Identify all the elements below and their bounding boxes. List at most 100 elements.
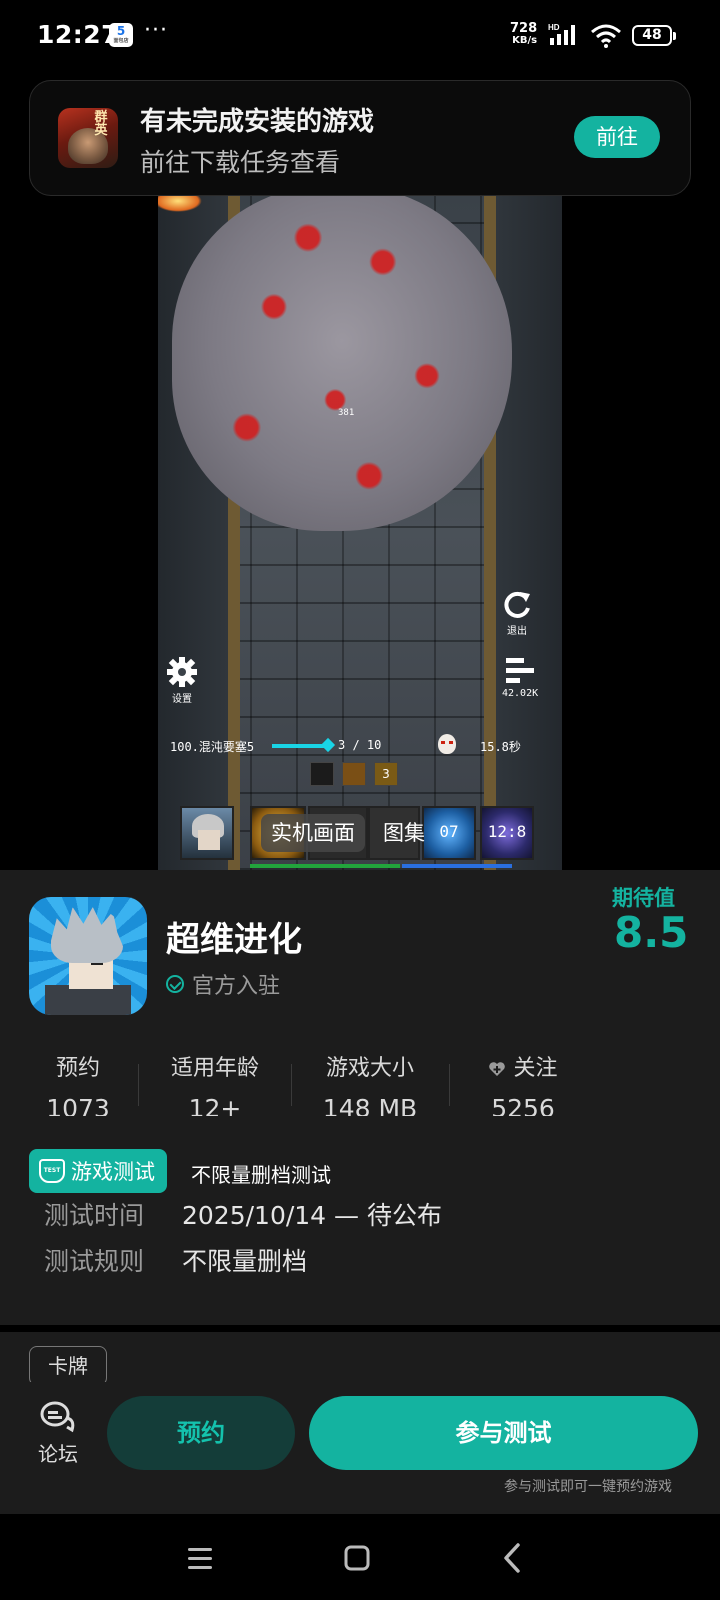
stat-followers[interactable]: 关注 5256 bbox=[468, 1050, 578, 1116]
mp-strip bbox=[402, 864, 512, 868]
wave-counter: 3 / 10 bbox=[338, 738, 382, 752]
app-badge-number: 5 bbox=[116, 24, 126, 38]
test-type: 不限量删档测试 bbox=[191, 1163, 331, 1187]
stat-value: 12+ bbox=[188, 1094, 242, 1116]
bottom-action-bar: 论坛 预约 参与测试 参与测试即可一键预约游戏 bbox=[0, 1382, 720, 1514]
gear-icon bbox=[167, 657, 197, 687]
test-time-row: 测试时间 2025/10/14 — 待公布 bbox=[44, 1196, 442, 1232]
damage-number: 381 bbox=[338, 408, 355, 418]
wave-progress-bar bbox=[272, 744, 328, 748]
cell-signal-icon: HD bbox=[548, 23, 575, 45]
fire-effect bbox=[158, 196, 202, 212]
forum-label: 论坛 bbox=[38, 1442, 78, 1466]
home-icon[interactable] bbox=[337, 1538, 377, 1578]
game-test-badge: TEST 游戏测试 bbox=[29, 1149, 167, 1193]
settings-label: 设置 bbox=[172, 694, 192, 705]
menu-icon[interactable] bbox=[180, 1538, 220, 1578]
exit-hud-button: 退出 bbox=[502, 590, 532, 637]
go-to-downloads-button[interactable]: 前往 bbox=[574, 116, 660, 158]
game-icon bbox=[29, 897, 147, 1015]
verified-check-icon bbox=[166, 975, 184, 993]
rank-hud-button: 42.02K bbox=[502, 656, 538, 699]
back-icon[interactable] bbox=[493, 1538, 533, 1578]
forum-chat-icon bbox=[40, 1401, 75, 1433]
app-notification-icon: 5 面包店 bbox=[109, 23, 133, 47]
stat-label-with-icon: 关注 bbox=[468, 1050, 578, 1082]
exit-label: 退出 bbox=[507, 626, 527, 637]
pending-game-logo-text: 群英 bbox=[94, 110, 108, 138]
clock: 12:27 bbox=[37, 20, 120, 49]
leaderboard-icon bbox=[506, 658, 535, 683]
test-rule-label: 测试规则 bbox=[44, 1247, 145, 1276]
hero-face bbox=[198, 830, 220, 850]
stat-divider bbox=[138, 1064, 139, 1106]
network-speed-value: 728 bbox=[510, 21, 538, 36]
join-test-button[interactable]: 参与测试 bbox=[309, 1396, 698, 1470]
dungeon-wall-right bbox=[496, 196, 562, 870]
hero-portrait bbox=[180, 806, 234, 860]
install-reminder-banner[interactable]: 群英 有未完成安装的游戏 前往下载任务查看 前往 bbox=[29, 80, 691, 196]
skill-slot-3: 3 bbox=[374, 762, 398, 786]
genre-tag[interactable]: 卡牌 bbox=[29, 1346, 107, 1382]
game-screenshot[interactable]: 381 退出 设置 42.02K 100.混沌要塞5 3 / 10 15.8秒 … bbox=[158, 196, 562, 870]
stat-label: 预约 bbox=[55, 1056, 100, 1081]
more-notifications-icon: ··· bbox=[144, 18, 168, 43]
media-tabs: 实机画面 图集 bbox=[261, 814, 435, 852]
restart-icon bbox=[504, 591, 530, 618]
app-badge-caption: 面包店 bbox=[113, 38, 129, 44]
official-badge: 官方入驻 bbox=[166, 968, 280, 1000]
wifi-icon bbox=[591, 24, 621, 48]
test-badge-label: 游戏测试 bbox=[71, 1160, 155, 1184]
stat-value: 5256 bbox=[491, 1094, 555, 1116]
reserve-button[interactable]: 预约 bbox=[107, 1396, 295, 1470]
join-test-hint: 参与测试即可一键预约游戏 bbox=[504, 1479, 672, 1495]
game-title: 超维进化 bbox=[166, 920, 302, 960]
settings-hud-button: 设置 bbox=[166, 656, 198, 705]
tab-gallery[interactable]: 图集 bbox=[373, 814, 435, 852]
rank-score: 42.02K bbox=[502, 688, 539, 699]
test-rule-value: 不限量删档 bbox=[182, 1247, 308, 1276]
enemy-swarm bbox=[172, 196, 512, 531]
game-stats: 预约 1073 适用年龄 12+ 游戏大小 148 MB 关注 5256 bbox=[0, 1050, 720, 1120]
stat-label: 适用年龄 bbox=[170, 1056, 259, 1081]
tags-section: 卡牌 bbox=[0, 1332, 720, 1382]
stat-game-size: 游戏大小 148 MB bbox=[310, 1050, 430, 1116]
heart-plus-icon bbox=[489, 1062, 506, 1076]
stat-label: 关注 bbox=[513, 1056, 558, 1081]
battery-indicator: 48 bbox=[632, 25, 676, 46]
game-icon-hair bbox=[51, 907, 123, 963]
wave-timer: 15.8秒 bbox=[480, 740, 521, 754]
system-navigation-bar bbox=[0, 1514, 720, 1600]
network-speed-unit: KB/s bbox=[512, 35, 538, 46]
card-number-2: 12:8 bbox=[487, 822, 527, 841]
banner-title: 有未完成安装的游戏 bbox=[140, 107, 375, 137]
skill-slot-1 bbox=[310, 762, 334, 786]
stat-value: 148 MB bbox=[322, 1094, 418, 1116]
stat-age-rating: 适用年龄 12+ bbox=[160, 1050, 270, 1116]
network-speed: 728 KB/s bbox=[510, 22, 537, 46]
hp-strip bbox=[250, 864, 400, 868]
stat-reservations: 预约 1073 bbox=[38, 1050, 118, 1116]
banner-subtitle: 前往下载任务查看 bbox=[140, 148, 341, 177]
test-rule-row: 测试规则 不限量删档 bbox=[44, 1242, 307, 1278]
test-time-value: 2025/10/14 — 待公布 bbox=[182, 1201, 442, 1230]
game-info-panel: 超维进化 官方入驻 期待值 8.5 预约 1073 适用年龄 12+ 游戏大小 … bbox=[0, 870, 720, 1325]
stat-divider bbox=[291, 1064, 292, 1106]
stat-divider bbox=[449, 1064, 450, 1106]
status-bar: 12:27 5 面包店 ··· 728 KB/s HD 48 bbox=[0, 0, 720, 72]
pending-game-icon: 群英 bbox=[58, 108, 118, 168]
hd-label: HD bbox=[548, 23, 560, 32]
test-time-label: 测试时间 bbox=[44, 1201, 145, 1230]
tab-gameplay[interactable]: 实机画面 bbox=[261, 814, 365, 852]
stage-label: 100.混沌要塞5 bbox=[170, 740, 255, 754]
test-icon: TEST bbox=[39, 1159, 65, 1183]
forum-button[interactable]: 论坛 bbox=[30, 1400, 86, 1467]
stat-value: 1073 bbox=[46, 1094, 110, 1116]
official-label: 官方入驻 bbox=[192, 974, 281, 999]
boss-mask-icon bbox=[438, 734, 456, 754]
skill-card-5: 12:8 bbox=[480, 806, 534, 860]
expectation-score: 8.5 bbox=[614, 908, 689, 957]
skill-slot-2 bbox=[342, 762, 366, 786]
game-icon-coat bbox=[45, 985, 131, 1015]
battle-hud: 100.混沌要塞5 3 / 10 15.8秒 bbox=[170, 734, 550, 758]
